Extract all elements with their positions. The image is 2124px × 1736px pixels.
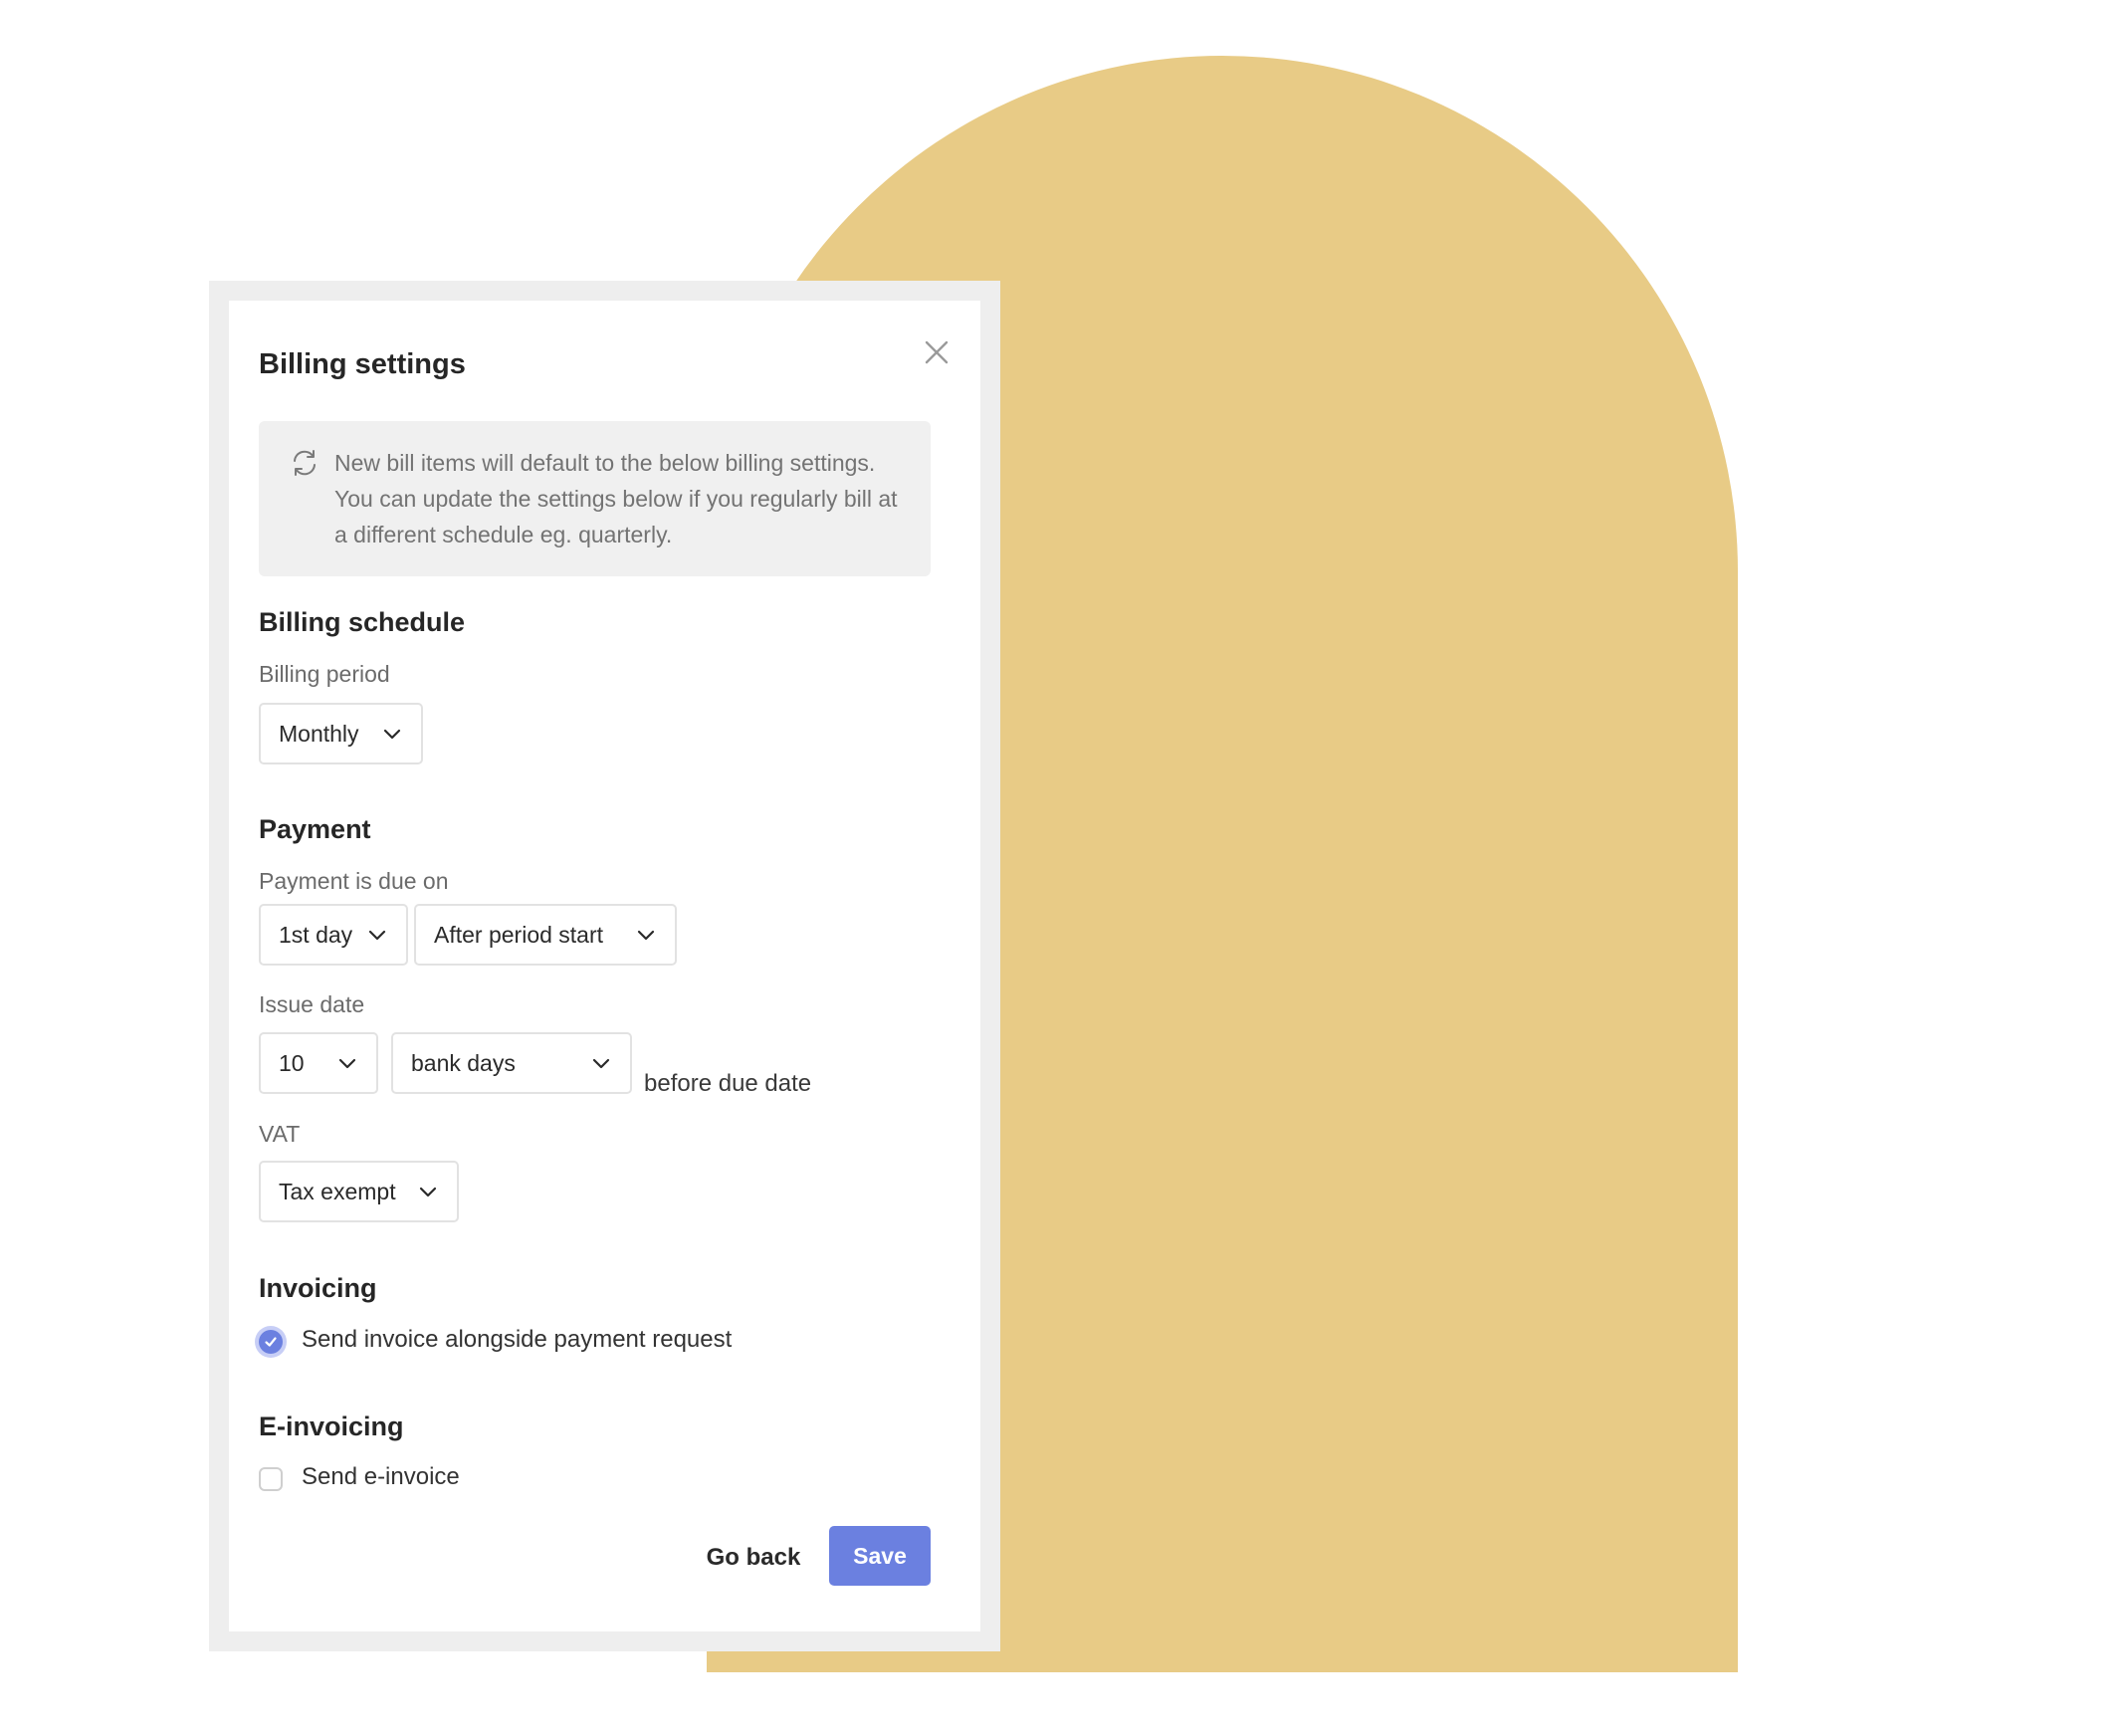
chevron-down-icon: [369, 930, 386, 941]
send-invoice-checkbox[interactable]: [259, 1330, 283, 1354]
save-button[interactable]: Save: [829, 1526, 931, 1586]
billing-settings-dialog: Billing settings New bill items will def…: [229, 301, 980, 1631]
send-e-invoice-label[interactable]: Send e-invoice: [302, 1463, 460, 1491]
due-day-select[interactable]: 1st day: [259, 904, 408, 966]
close-icon[interactable]: [921, 336, 953, 368]
invoicing-heading: Invoicing: [259, 1273, 377, 1303]
payment-due-label: Payment is due on: [259, 868, 449, 894]
refresh-icon: [294, 450, 316, 476]
due-relative-value: After period start: [434, 921, 604, 948]
vat-label: VAT: [259, 1121, 301, 1147]
issue-unit-select[interactable]: bank days: [391, 1032, 632, 1094]
e-invoicing-heading: E-invoicing: [259, 1411, 404, 1441]
issue-date-suffix: before due date: [644, 1070, 812, 1097]
due-relative-select[interactable]: After period start: [414, 904, 677, 966]
billing-period-select[interactable]: Monthly: [259, 703, 423, 764]
issue-count-value: 10: [279, 1049, 305, 1076]
vat-value: Tax exempt: [279, 1178, 396, 1204]
issue-date-label: Issue date: [259, 991, 365, 1017]
chevron-down-icon: [419, 1187, 437, 1197]
billing-period-label: Billing period: [259, 661, 390, 687]
vat-select[interactable]: Tax exempt: [259, 1161, 459, 1222]
check-icon: [265, 1337, 277, 1347]
issue-unit-value: bank days: [411, 1049, 516, 1076]
go-back-button[interactable]: Go back: [692, 1528, 815, 1588]
dialog-title: Billing settings: [259, 348, 466, 380]
send-e-invoice-checkbox[interactable]: [259, 1467, 283, 1491]
send-invoice-label[interactable]: Send invoice alongside payment request: [302, 1326, 732, 1354]
chevron-down-icon: [637, 930, 655, 941]
issue-count-select[interactable]: 10: [259, 1032, 378, 1094]
chevron-down-icon: [592, 1058, 610, 1069]
billing-schedule-heading: Billing schedule: [259, 607, 466, 637]
billing-period-value: Monthly: [279, 720, 359, 747]
chevron-down-icon: [383, 729, 401, 740]
chevron-down-icon: [338, 1058, 356, 1069]
info-text: New bill items will default to the below…: [334, 450, 898, 547]
payment-heading: Payment: [259, 814, 371, 844]
due-day-value: 1st day: [279, 921, 353, 948]
info-banner: New bill items will default to the below…: [259, 421, 931, 576]
